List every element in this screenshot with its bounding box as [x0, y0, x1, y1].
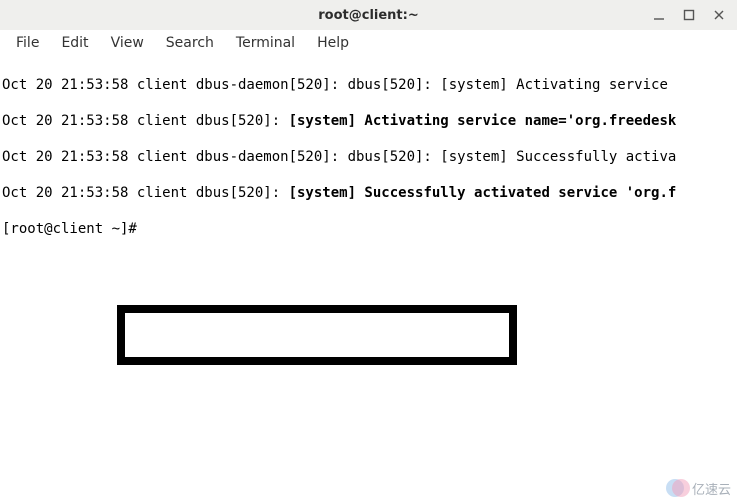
window-title: root@client:~	[0, 8, 737, 23]
close-button[interactable]	[711, 7, 727, 23]
menu-edit[interactable]: Edit	[51, 32, 98, 54]
log-line: Oct 20 21:53:58 client dbus-daemon[520]:…	[2, 148, 735, 166]
blank-line	[2, 256, 735, 274]
log-line: Oct 20 21:53:58 client dbus-daemon[520]:…	[2, 76, 735, 94]
blank-line	[2, 328, 735, 346]
menu-help[interactable]: Help	[307, 32, 359, 54]
terminal-area[interactable]: Oct 20 21:53:58 client dbus-daemon[520]:…	[0, 56, 737, 503]
menu-view[interactable]: View	[101, 32, 154, 54]
maximize-button[interactable]	[681, 7, 697, 23]
menu-search[interactable]: Search	[156, 32, 224, 54]
blank-line	[2, 400, 735, 418]
blank-line	[2, 364, 735, 382]
window-controls	[651, 7, 727, 23]
window-titlebar: root@client:~	[0, 0, 737, 30]
blank-line	[2, 436, 735, 454]
menu-file[interactable]: File	[6, 32, 49, 54]
blank-line	[2, 472, 735, 490]
prompt-line: [root@client ~]#	[2, 220, 735, 238]
log-line: Oct 20 21:53:58 client dbus[520]: [syste…	[2, 112, 735, 130]
log-line: Oct 20 21:53:58 client dbus[520]: [syste…	[2, 184, 735, 202]
menu-bar: File Edit View Search Terminal Help	[0, 30, 737, 56]
minimize-button[interactable]	[651, 7, 667, 23]
menu-terminal[interactable]: Terminal	[226, 32, 305, 54]
blank-line	[2, 292, 735, 310]
